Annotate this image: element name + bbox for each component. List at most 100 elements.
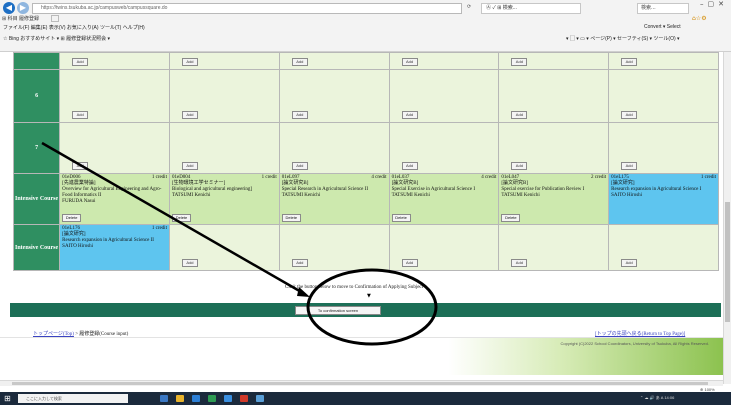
timetable-slot: Add bbox=[59, 122, 170, 174]
add-button[interactable]: Add bbox=[72, 58, 89, 66]
course-credits: 1 credit bbox=[261, 175, 277, 180]
down-arrow-icon: ▼ bbox=[367, 293, 371, 299]
add-button[interactable]: Add bbox=[621, 162, 638, 170]
add-button[interactable]: Add bbox=[72, 162, 89, 170]
footer: Copyright (C)2022 School Coordinators, U… bbox=[0, 337, 723, 375]
add-button[interactable]: Add bbox=[401, 162, 418, 170]
timetable-slot: Add bbox=[168, 122, 280, 174]
new-tab-icon[interactable] bbox=[50, 15, 59, 23]
forward-icon[interactable]: ▶ bbox=[17, 2, 29, 14]
edge-icon[interactable] bbox=[192, 395, 200, 402]
add-button[interactable]: Add bbox=[511, 58, 528, 66]
breadcrumb: トップページ(Top) > 履修登録(Course input) bbox=[33, 330, 128, 337]
add-button[interactable]: Add bbox=[181, 259, 198, 267]
tab-title[interactable]: ⊞ 科目 履修登録 bbox=[2, 16, 39, 22]
timetable-slot: 01eL097 4 credit [論文研究B] Special Research i… bbox=[278, 173, 390, 225]
add-button[interactable]: Add bbox=[621, 111, 638, 119]
back-icon[interactable]: ◀ bbox=[3, 2, 15, 14]
course-teacher: TATSUMI Kenichi bbox=[171, 193, 211, 198]
add-button[interactable]: Add bbox=[511, 162, 528, 170]
instruction-text: Click the button below to move to Confir… bbox=[285, 285, 424, 290]
timetable-slot: 01eD004 1 credit [生物環境工学セミナー] Biological an… bbox=[168, 173, 280, 225]
excel-icon[interactable] bbox=[208, 395, 216, 402]
timetable-slot: Add bbox=[168, 224, 280, 271]
refresh-icon[interactable]: ⟳ bbox=[467, 4, 471, 10]
add-button[interactable]: Add bbox=[291, 162, 308, 170]
windows-start-icon[interactable]: ⊞ bbox=[4, 394, 11, 403]
timetable-slot: Add bbox=[608, 224, 719, 271]
app-icon[interactable] bbox=[256, 395, 264, 402]
course-entry: 01eL097 4 credit [論文研究B] Special Research i… bbox=[280, 174, 389, 224]
file-explorer-icon[interactable] bbox=[176, 395, 184, 402]
course-entry: 01eL176 1 credit [論文研究] Research expansion … bbox=[60, 225, 169, 270]
add-button[interactable]: Add bbox=[401, 58, 418, 66]
timetable-slot: Add bbox=[498, 122, 610, 174]
course-teacher: SAITO Hiroshi bbox=[62, 244, 94, 249]
course-teacher: SAITO Hiroshi bbox=[611, 193, 643, 198]
return-top-link[interactable]: [トップの先頭へ戻る(Return to Top Page)] bbox=[595, 330, 685, 337]
delete-button[interactable]: Delete bbox=[62, 214, 82, 222]
course-credits: 1 credit bbox=[151, 175, 167, 180]
add-button[interactable]: Add bbox=[181, 162, 198, 170]
confirmation-button[interactable]: To confirmation screen bbox=[295, 306, 381, 315]
timetable-slot: Add bbox=[608, 52, 719, 70]
period-label: 7 bbox=[12, 122, 61, 174]
timetable-row: Intensive Course 01eD006 1 credit [先進農業特論] O… bbox=[12, 173, 719, 225]
vertical-scroll-thumb[interactable] bbox=[725, 202, 730, 322]
favorites-bar[interactable]: ☆ Bing おすすめサイト ▾ ⊞ 履修登録状況照会 ▾ bbox=[3, 35, 110, 42]
command-bar[interactable]: ▾ ▢ ▾ ▭ ▾ ページ(P) ▾ セーフティ(S) ▾ ツール(O) ▾ bbox=[566, 35, 680, 42]
timetable-slot: Add bbox=[59, 52, 170, 70]
tab-row[interactable]: ⊞ 科目 履修登録 bbox=[2, 15, 59, 23]
delete-button[interactable]: Delete bbox=[281, 214, 301, 222]
add-button[interactable]: Add bbox=[621, 259, 638, 267]
timetable-row: 6 Add Add Add Add Add Add bbox=[12, 69, 719, 123]
ie-icon[interactable] bbox=[224, 395, 232, 402]
add-button[interactable]: Add bbox=[291, 111, 308, 119]
vertical-scrollbar[interactable] bbox=[723, 52, 731, 384]
menu-bar[interactable]: ファイル(F) 編集(E) 表示(V) お気に入り(A) ツール(T) ヘルプ(… bbox=[3, 24, 145, 31]
timetable-slot: 01eL176 1 credit [論文研究] Research expansion … bbox=[59, 224, 170, 271]
course-title: Overview for Agricultural Engineering an… bbox=[62, 187, 162, 198]
add-button[interactable]: Add bbox=[291, 58, 308, 66]
horizontal-scroll-thumb[interactable] bbox=[12, 382, 708, 385]
course-teacher: FURUDA Nasui bbox=[62, 199, 96, 204]
horizontal-scrollbar[interactable] bbox=[0, 380, 723, 386]
timetable-slot: Add bbox=[388, 224, 500, 271]
browser-tab[interactable]: Ⓐ ✓ ⊞ 検索... bbox=[481, 3, 581, 14]
browser-search-input[interactable]: 検索... bbox=[637, 3, 689, 14]
delete-button[interactable]: Delete bbox=[171, 214, 191, 222]
timetable-slot: Add bbox=[168, 52, 280, 70]
add-button[interactable]: Add bbox=[181, 58, 198, 66]
timetable-slot: Add bbox=[278, 69, 390, 123]
course-credits: 4 credit bbox=[371, 175, 387, 180]
timetable-slot: Add bbox=[498, 69, 610, 123]
timetable-row: Intensive Course 01eL176 1 credit [論文研究] Res… bbox=[12, 224, 719, 271]
add-button[interactable]: Add bbox=[401, 259, 418, 267]
taskbar-search-input[interactable]: ここに入力して検索 bbox=[18, 394, 128, 403]
task-view-icon[interactable] bbox=[160, 395, 168, 402]
timetable-slot: Add bbox=[278, 224, 390, 271]
add-button[interactable]: Add bbox=[181, 111, 198, 119]
add-button[interactable]: Add bbox=[291, 259, 308, 267]
add-button[interactable]: Add bbox=[401, 111, 418, 119]
timetable-slot: Add bbox=[498, 52, 610, 70]
window-controls[interactable]: –▢✕ bbox=[700, 0, 728, 8]
add-button[interactable]: Add bbox=[72, 111, 89, 119]
system-tray[interactable]: ⌃ ☁ 🔊 あ A 14:06 bbox=[640, 395, 674, 401]
add-button[interactable]: Add bbox=[511, 259, 528, 267]
timetable-slot: Add bbox=[388, 69, 500, 123]
address-bar[interactable]: https://twins.tsukuba.ac.jp/campusweb/ca… bbox=[32, 3, 462, 14]
add-button[interactable]: Add bbox=[621, 58, 638, 66]
powerpoint-icon[interactable] bbox=[240, 395, 248, 402]
add-button[interactable]: Add bbox=[511, 111, 528, 119]
home-star-gear-icons[interactable]: ⌂☆⚙ bbox=[692, 15, 707, 22]
course-credits: 1 credit bbox=[700, 175, 716, 180]
timetable-slot: 01eL047 2 credit [論文研究B] Special exercise f… bbox=[498, 173, 610, 225]
course-credits: 2 credit bbox=[591, 175, 607, 180]
convert-select-links[interactable]: Convert ▾ Select bbox=[644, 24, 681, 30]
course-teacher: TATSUMI Kenichi bbox=[391, 193, 430, 198]
delete-button[interactable]: Delete bbox=[501, 214, 521, 222]
period-label: 6 bbox=[12, 69, 61, 123]
course-credits: 1 credit bbox=[151, 226, 167, 231]
delete-button[interactable]: Delete bbox=[391, 214, 411, 222]
